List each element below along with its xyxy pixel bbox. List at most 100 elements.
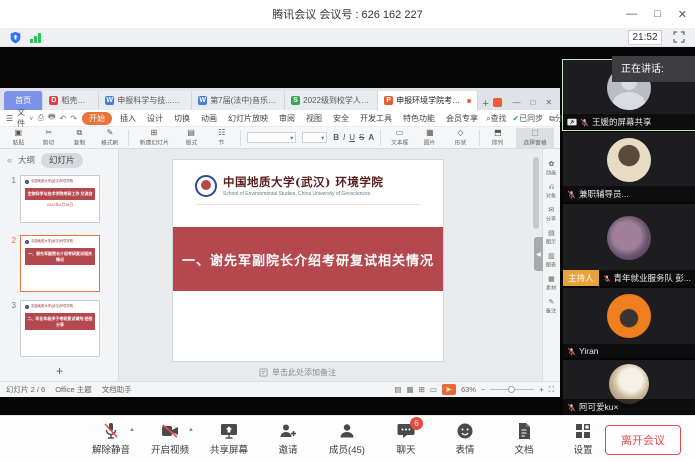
shape-button[interactable]: ◇形状 [448,129,473,147]
slide-thumb-3[interactable]: 3 中国地质大学(武汉)环境学院 二、毕业年级学子考研复试调剂 经验分享 [8,300,100,357]
new-tab-button[interactable]: + [478,98,494,110]
wps-tab-presentation-active[interactable]: P申报环境学院考研经验交流会 [378,91,478,110]
animation-pane-button[interactable]: ✿动画 [545,161,557,177]
share-screen-button[interactable]: 共享屏幕 [206,421,252,456]
thumbnail[interactable]: 中国地质大学(武汉)环境学院 二、毕业年级学子考研复试调剂 经验分享 [20,300,100,357]
emoji-button[interactable]: 表情 [442,421,488,456]
menu-tab-review[interactable]: 审阅 [276,112,298,125]
slides-tab[interactable]: 幻灯片 [41,153,83,168]
menu-tab-design[interactable]: 设计 [144,112,166,125]
strikethrough-button[interactable]: S [359,133,364,142]
invite-button[interactable]: 邀请 [265,421,311,456]
wps-tab-doc1[interactable]: W申报科学与技...作兼职文案 [99,91,192,110]
wps-file-menu[interactable]: ☰ 文件 ∨ ⎙ 🖶 ↶ ↷ [6,107,77,129]
menu-tab-animation[interactable]: 动画 [198,112,220,125]
reading-view-icon[interactable]: ⊞ [419,385,425,394]
participant-tile[interactable]: 兼职辅导员... [563,132,695,202]
doc-assistant[interactable]: 文档助手 [102,384,132,395]
wps-minimize-button[interactable]: — [512,98,520,107]
underline-button[interactable]: U [349,133,355,142]
add-slide-button[interactable]: + [0,364,119,378]
diagram-pane-button[interactable]: ▤图示 [545,230,557,246]
save-icon[interactable]: ⎙ [38,113,44,123]
new-slide-button[interactable]: ⊞新建幻灯片 [135,129,173,147]
zoom-slider[interactable] [490,389,534,390]
wps-member-icon[interactable] [493,98,502,107]
collapse-panel-icon[interactable]: « [7,155,12,165]
menu-tab-security[interactable]: 安全 [330,112,352,125]
format-painter-button[interactable]: ✎格式刷 [98,129,123,147]
members-button[interactable]: 成员(45) [324,421,370,456]
thumbnail[interactable]: 中国地质大学(武汉)环境学院 生物科学与技术学院考研工作 交流会 2022年4月… [20,175,100,223]
fullscreen-icon[interactable] [673,31,685,43]
object-pane-button[interactable]: ⎌对象 [545,184,557,200]
zoom-out-button[interactable]: − [481,385,485,394]
participant-tile[interactable]: Yiran [563,288,695,358]
fit-screen-icon[interactable]: ⛶ [549,385,554,395]
normal-view-icon[interactable]: ▤ [394,385,401,394]
copy-button[interactable]: ⧉复制 [67,129,92,147]
thumbnail-selected[interactable]: 中国地质大学(武汉)环境学院 一、谢先军副院长介绍考研复试相关情况 [20,235,100,292]
bold-button[interactable]: B [333,133,339,142]
unmute-button[interactable]: 解除静音 ▲ [88,421,134,456]
docs-button[interactable]: 文档 [501,421,547,456]
italic-button[interactable]: I [343,133,345,142]
cut-button[interactable]: ✂剪切 [37,129,62,147]
zoom-in-button[interactable]: + [539,385,543,394]
print-icon[interactable]: 🖶 [48,111,56,125]
font-color-button[interactable]: A [368,133,374,142]
section-button[interactable]: ☷节 [209,129,234,147]
outline-tab[interactable]: 大纲 [18,154,35,166]
menu-tab-features[interactable]: 特色功能 [400,112,438,125]
menu-tab-insert[interactable]: 插入 [117,112,139,125]
network-signal-icon[interactable] [30,33,41,43]
chat-button[interactable]: 聊天 6 [383,421,429,456]
slideshow-play-button[interactable]: ▶ [442,384,456,395]
menu-tab-member[interactable]: 会员专享 [443,112,481,125]
notes-view-icon[interactable]: ▭ [430,385,437,394]
find-button[interactable]: ⌕查找 [486,113,506,124]
participant-tile[interactable]: 阿可爱ku× [563,360,695,415]
wps-maximize-button[interactable]: □ [530,98,535,107]
settings-button[interactable]: 设置 [560,421,606,456]
video-options-caret[interactable]: ▲ [188,427,194,433]
menu-tab-home[interactable]: 开始 [82,112,112,125]
assets-pane-button[interactable]: ▦素材 [545,276,557,292]
font-family-select[interactable]: ▾ [247,132,296,143]
menu-tab-slideshow[interactable]: 幻灯片放映 [225,112,271,125]
layout-button[interactable]: ▤版式 [179,129,204,147]
leave-meeting-button[interactable]: 离开会议 [605,425,681,455]
sorter-view-icon[interactable]: ▦ [406,385,413,394]
menu-tab-view[interactable]: 视图 [303,112,325,125]
menu-tab-transition[interactable]: 切换 [171,112,193,125]
start-video-button[interactable]: 开启视频 ▲ [147,421,193,456]
share-pane-button[interactable]: ✉分享 [545,207,557,223]
slide-thumb-1[interactable]: 1 中国地质大学(武汉)环境学院 生物科学与技术学院考研工作 交流会 2022年… [8,175,100,223]
theme-name[interactable]: Office 主题 [55,384,92,395]
canvas-scrollbar[interactable] [533,157,539,229]
paste-button[interactable]: ▣粘贴 [6,129,31,147]
menu-tab-devtools[interactable]: 开发工具 [357,112,395,125]
comment-pane-button[interactable]: ✎备注 [545,299,557,315]
slide-thumb-2[interactable]: 2 中国地质大学(武汉)环境学院 一、谢先军副院长介绍考研复试相关情况 [8,235,100,292]
close-button[interactable]: ✕ [678,8,687,21]
textbox-button[interactable]: ▭文本框 [387,129,412,147]
chart-pane-button[interactable]: ▥图表 [545,253,557,269]
wps-tab-sheet[interactable]: S2022级到校学人员名单.xlsx [285,91,378,110]
participant-tile-host[interactable]: 主持人 青年就业服务队 彭... [563,204,695,286]
notes-hint[interactable]: 单击此处添加备注 [259,367,336,378]
zoom-slider-handle[interactable] [508,386,515,393]
undo-icon[interactable]: ↶ [60,114,67,123]
picture-button[interactable]: ▦图片 [418,129,443,147]
panel-collapse-handle[interactable]: ◀ [534,237,543,271]
redo-icon[interactable]: ↷ [70,114,77,123]
current-slide[interactable]: 中国地质大学(武汉) 环境学院 School of Environmental … [173,160,443,361]
font-size-select[interactable]: ▾ [302,132,327,143]
security-shield-icon[interactable] [9,31,22,44]
mic-options-caret[interactable]: ▲ [129,427,135,433]
minimize-button[interactable]: — [626,8,637,20]
wps-tab-doc2[interactable]: W第7届(法中)音乐评选.docx [192,91,285,110]
arrange-button[interactable]: ⬒排列 [486,129,511,147]
sync-status[interactable]: ✔已同步 [512,113,543,124]
maximize-button[interactable]: □ [654,8,661,20]
